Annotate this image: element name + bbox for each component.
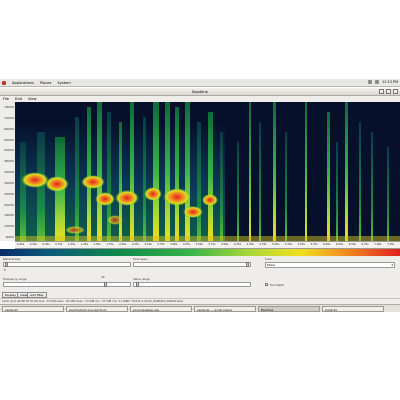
- time-axis: 0.00s 0.25s 0.50s 0.75s 1.00s 1.25s 1.50s 1.75s…: [15, 241, 400, 249]
- time-tick-label: 5.50s: [297, 243, 305, 246]
- time-tick-label: 1.00s: [68, 243, 76, 246]
- volume-icon[interactable]: [375, 80, 380, 84]
- time-span-slider-thumb[interactable]: [246, 262, 249, 267]
- time-tick-label: 4.25s: [233, 243, 242, 246]
- frequency-range-value: 40: [101, 275, 105, 279]
- time-tick-label: 3.75s: [208, 243, 216, 246]
- frequency-tick-label: 600Hz: [5, 236, 14, 239]
- maximize-icon[interactable]: [386, 89, 391, 94]
- time-tick-label: 3.25s: [182, 243, 190, 246]
- panel-menu-system[interactable]: System: [57, 81, 70, 85]
- taskbar-window-button[interactable]: parabolic — audio player: [194, 305, 256, 312]
- time-tick-label: 6.25s: [335, 243, 344, 246]
- time-tick-label: 2.00s: [119, 243, 127, 246]
- window-size-label: Window size: [3, 257, 21, 261]
- controls-panel: Window size 8 Time span Color Mixer ▾ Fr…: [0, 256, 400, 304]
- status-bar: Audio (pcm 44100 Hz 16 bit) max: -75.0dB…: [0, 298, 400, 303]
- time-tick-label: 3.50s: [195, 243, 203, 246]
- frequency-tick-label: 4800Hz: [4, 160, 14, 164]
- color-select-value: Mixer: [267, 263, 276, 267]
- time-tick-label: 0.00s: [17, 243, 25, 246]
- time-tick-label: 5.75s: [310, 243, 318, 246]
- color-label: Color: [265, 257, 273, 261]
- time-tick-label: 4.75s: [259, 243, 267, 246]
- panel-clock[interactable]: 12:13 PM: [382, 80, 398, 84]
- time-tick-label: 2.25s: [131, 243, 139, 246]
- time-tick-label: 4.50s: [246, 243, 254, 246]
- time-tick-label: 6.75s: [361, 243, 369, 246]
- time-tick-label: 4.00s: [221, 243, 229, 246]
- frequency-tick-label: 4200Hz: [4, 171, 14, 174]
- window-controls: [379, 89, 398, 94]
- time-tick-label: 2.50s: [144, 243, 152, 246]
- time-tick-label: 0.75s: [55, 243, 63, 246]
- frequency-tick-label: 3000Hz: [4, 192, 14, 196]
- time-tick-label: 1.25s: [80, 243, 88, 246]
- window-size-slider-thumb[interactable]: [5, 262, 8, 267]
- time-tick-label: 7.25s: [387, 243, 395, 246]
- top-panel: Applications Places System 12:13 PM: [0, 79, 400, 87]
- frequency-tick-label: 1200Hz: [4, 225, 14, 229]
- taskbar-window-button[interactable]: parabolic: [2, 305, 64, 312]
- frequency-tick-label: 6000Hz: [4, 138, 14, 142]
- panel-tray: 12:13 PM: [368, 80, 398, 84]
- time-tick-label: 1.50s: [93, 243, 101, 246]
- chevron-down-icon: ▾: [391, 263, 393, 267]
- taskbar: parabolic spectrogram.sca.spectrum sonicvi…: [0, 304, 400, 312]
- value-range-label: Value range: [133, 277, 150, 281]
- close-icon[interactable]: [393, 89, 398, 94]
- frequency-range-label: Frequency range: [3, 277, 27, 281]
- time-tick-label: 6.00s: [323, 243, 331, 246]
- time-tick-label: 0.25s: [29, 243, 37, 246]
- time-tick-label: 5.00s: [272, 243, 280, 246]
- taskbar-window-button[interactable]: Audacity: [322, 305, 384, 312]
- network-icon[interactable]: [368, 80, 373, 84]
- applications-logo-icon[interactable]: [2, 80, 6, 85]
- panel-menu-places[interactable]: Places: [40, 81, 51, 85]
- time-span-label: Time span: [133, 257, 148, 261]
- frequency-axis: 7800Hz 7200Hz 6600Hz 6000Hz 5400Hz 4800Hz 4200…: [0, 102, 15, 241]
- frequency-tick-label: 7800Hz: [4, 106, 14, 109]
- frequency-range-slider[interactable]: [3, 282, 131, 287]
- taskbar-window-button[interactable]: sonicvisualiser.exe: [130, 305, 192, 312]
- panel-menu-applications[interactable]: Applications: [12, 81, 34, 85]
- time-tick-label: 1.75s: [106, 243, 114, 246]
- frequency-tick-label: 7200Hz: [4, 116, 14, 120]
- time-tick-label: 3.00s: [170, 243, 178, 246]
- window-title: Baudline: [192, 90, 208, 94]
- frequency-tick-label: 5400Hz: [4, 149, 14, 153]
- time-tick-label: 6.50s: [348, 243, 356, 246]
- spectrogram-image: [15, 102, 400, 241]
- frequency-tick-label: 3600Hz: [4, 181, 14, 185]
- window-size-slider[interactable]: [3, 262, 131, 267]
- window-size-value: 8: [4, 268, 6, 272]
- color-select[interactable]: Mixer ▾: [265, 262, 395, 268]
- spectrogram-canvas[interactable]: [15, 102, 400, 241]
- time-tick-label: 0.50s: [42, 243, 50, 246]
- time-tick-label: 7.00s: [374, 243, 382, 246]
- frequency-range-slider-thumb[interactable]: [104, 282, 107, 287]
- taskbar-window-button[interactable]: spectrogram.sca.spectrum: [66, 305, 128, 312]
- frequency-tick-label: 6600Hz: [4, 127, 14, 131]
- taskbar-window-button[interactable]: Baudline: [258, 305, 320, 312]
- time-span-slider[interactable]: [133, 262, 251, 267]
- time-tick-label: 2.75s: [157, 243, 165, 246]
- value-range-slider-thumb[interactable]: [136, 282, 139, 287]
- color-scale-bar: [0, 249, 400, 256]
- frequency-tick-label: 2400Hz: [4, 203, 14, 207]
- minimize-icon[interactable]: [379, 89, 384, 94]
- time-tick-label: 5.25s: [284, 243, 293, 246]
- value-range-slider[interactable]: [133, 282, 251, 287]
- window-titlebar[interactable]: Baudline: [0, 88, 400, 96]
- full-depth-label: Full depth: [270, 283, 284, 287]
- full-depth-checkbox[interactable]: [265, 283, 268, 286]
- frequency-tick-label: 1800Hz: [4, 214, 14, 218]
